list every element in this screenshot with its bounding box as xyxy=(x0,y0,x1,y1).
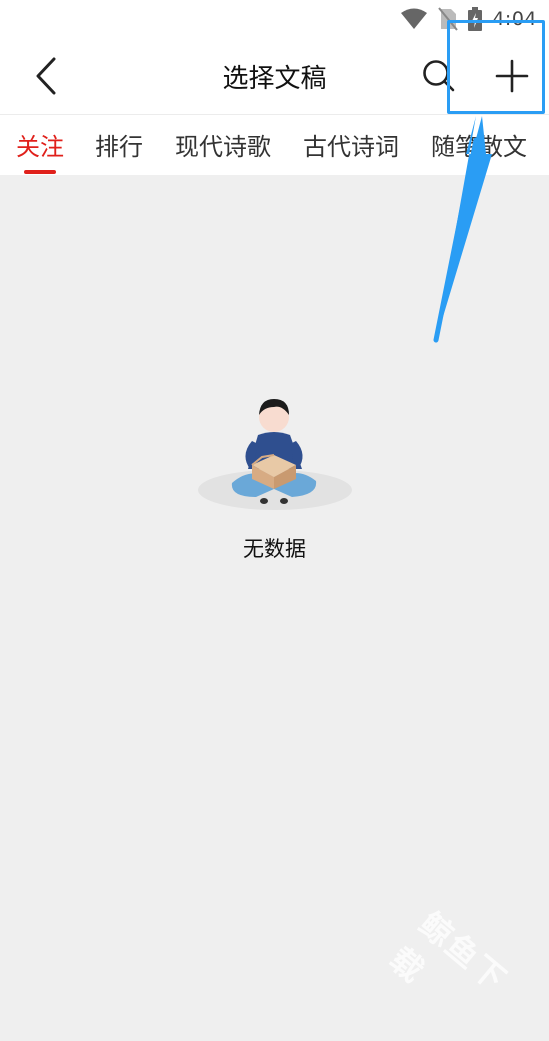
empty-state-text: 无数据 xyxy=(243,537,306,561)
wifi-icon xyxy=(401,8,428,29)
annotation-highlight-box xyxy=(447,20,545,114)
annotation-arrow xyxy=(433,116,492,343)
tab-ranking[interactable]: 排行 xyxy=(95,127,143,162)
active-tab-indicator xyxy=(24,170,56,174)
tab-modern-poetry[interactable]: 现代诗歌 xyxy=(175,127,271,162)
tab-classical-poetry[interactable]: 古代诗词 xyxy=(303,127,399,162)
tab-follow[interactable]: 关注 xyxy=(16,127,64,162)
empty-state-illustration xyxy=(198,399,352,510)
